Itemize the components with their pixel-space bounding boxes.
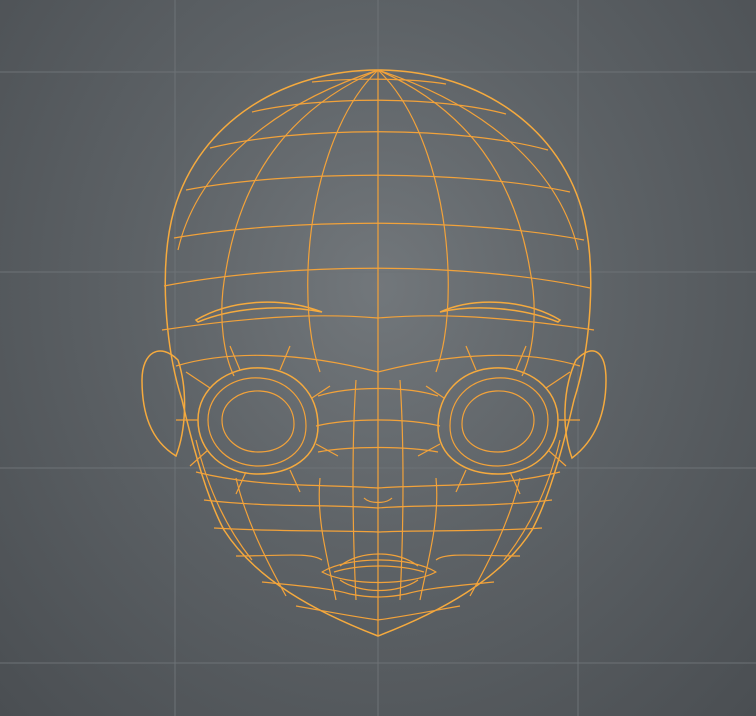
left-ear — [141, 350, 186, 458]
wireframe-meridians — [177, 69, 579, 636]
right-eye-socket — [437, 367, 559, 475]
mouth — [321, 559, 437, 584]
viewport-canvas[interactable] — [0, 0, 756, 716]
left-eye-socket — [197, 367, 319, 475]
3d-viewport[interactable] — [0, 0, 756, 716]
head-mesh-icon[interactable] — [141, 69, 607, 637]
right-ear — [564, 350, 607, 460]
